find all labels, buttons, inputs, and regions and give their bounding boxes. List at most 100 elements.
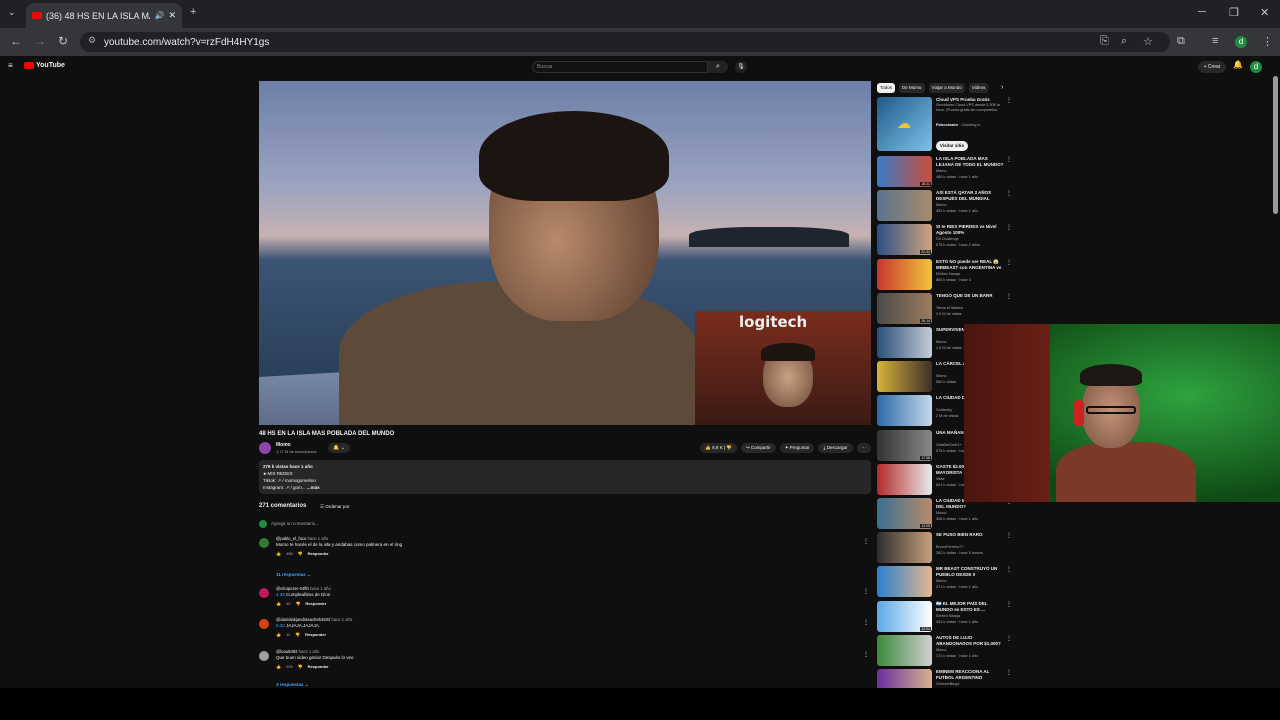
related-video-more-icon[interactable]: ⋮ bbox=[1006, 224, 1012, 231]
related-video-channel[interactable]: Momo bbox=[936, 203, 947, 207]
related-video-channel[interactable]: Vitae bbox=[936, 477, 945, 481]
more-actions-icon[interactable]: ⋯ bbox=[856, 443, 871, 453]
chip-de-momo[interactable]: De Momo bbox=[899, 83, 925, 93]
site-info-icon[interactable]: ⚙ bbox=[88, 35, 96, 46]
create-button[interactable]: + Crear bbox=[1198, 61, 1226, 73]
related-video-item[interactable]: 12:04 🇦🇷 EL MEJOR PAÍS DEL MUNDO es ESTO … bbox=[877, 600, 1012, 633]
related-video-channel[interactable]: Momo bbox=[936, 340, 947, 344]
reply-button[interactable]: Responder bbox=[308, 664, 329, 669]
comment-dislike-icon[interactable]: 👎 bbox=[298, 551, 303, 556]
comment-dislike-icon[interactable]: 👎 bbox=[295, 632, 300, 637]
related-video-channel[interactable]: Grimeediting1 bbox=[936, 682, 960, 686]
share-button[interactable]: ↪ Compartir bbox=[740, 443, 776, 453]
related-video-channel[interactable]: Elefteo Naraja bbox=[936, 272, 960, 276]
reload-icon[interactable]: ↻ bbox=[58, 34, 68, 48]
comment-dislike-icon[interactable]: 👎 bbox=[298, 664, 303, 669]
related-video-title[interactable]: LA ISLA POBLADA MAS LEJANA DE TODO EL MU… bbox=[936, 156, 1004, 168]
sort-by-button[interactable]: ☰ Ordenar por bbox=[320, 504, 350, 510]
new-tab-icon[interactable]: + bbox=[190, 6, 196, 18]
comment-author[interactable]: @daniolakjandrasacheb4832 bbox=[276, 617, 330, 622]
visit-site-button[interactable]: Visitar sitio bbox=[936, 141, 968, 151]
subscribed-bell-button[interactable]: 🔔 ⌄ bbox=[328, 443, 350, 453]
ad-thumbnail[interactable]: ☁ bbox=[877, 97, 932, 151]
channel-name[interactable]: Momo bbox=[276, 442, 291, 448]
add-comment-input[interactable]: Agrega un comentario... bbox=[271, 521, 319, 526]
video-thumbnail[interactable]: 22:32 bbox=[877, 224, 932, 256]
search-input[interactable]: Buscar bbox=[532, 61, 708, 73]
related-video-more-icon[interactable]: ⋮ bbox=[1006, 566, 1012, 573]
related-video-item[interactable]: 26:14 TENGO QUE DE UN BARR Yerba el Italia… bbox=[877, 292, 1012, 325]
related-video-title[interactable]: EMINEM REACCIONA AL FUTBOL ARGENTINO bbox=[936, 669, 1004, 681]
related-video-title[interactable]: ESTO NO puede ser REAL 😱 MRBEAST con ARG… bbox=[936, 259, 1004, 271]
reply-button[interactable]: Responder bbox=[305, 632, 326, 637]
video-thumbnail[interactable] bbox=[877, 395, 932, 427]
comment-like-icon[interactable]: 👍 bbox=[276, 664, 281, 669]
restore-icon[interactable]: ❐ bbox=[1229, 6, 1239, 19]
profile-avatar[interactable]: d bbox=[1235, 36, 1247, 48]
chrome-menu-icon[interactable]: ⋮ bbox=[1262, 35, 1273, 48]
comment-like-icon[interactable]: 👍 bbox=[276, 601, 281, 606]
extensions-icon[interactable]: ⧉ bbox=[1177, 35, 1185, 48]
sponsored-ad[interactable]: ☁ Cloud VPS Prueba Gratis Servidores Clo… bbox=[877, 97, 1012, 153]
back-icon[interactable]: ← bbox=[10, 34, 22, 48]
minimize-icon[interactable]: ─ bbox=[1198, 6, 1206, 18]
commenter-avatar[interactable] bbox=[259, 538, 269, 548]
comment-more-icon[interactable]: ⋮ bbox=[863, 619, 869, 626]
chip-viajar[interactable]: Viajar a Mundo bbox=[928, 83, 965, 93]
video-thumbnail[interactable] bbox=[877, 361, 932, 393]
related-video-channel[interactable]: Momo bbox=[936, 169, 947, 173]
related-video-channel[interactable]: Momo bbox=[936, 648, 947, 652]
commenter-avatar[interactable] bbox=[259, 588, 269, 598]
comment-timestamp-link[interactable]: 4:38 bbox=[276, 592, 285, 597]
related-video-title[interactable]: MR BEAST CONSTRUYÓ UN PUEBLO DESDE 0 bbox=[936, 566, 1004, 578]
related-video-channel[interactable]: Yerba el Italiano bbox=[936, 306, 963, 310]
tab-search-icon[interactable]: ⌄ bbox=[8, 7, 16, 18]
youtube-logo[interactable]: YouTube bbox=[24, 62, 65, 69]
related-video-more-icon[interactable]: ⋮ bbox=[1006, 532, 1012, 539]
comment-like-icon[interactable]: 👍 bbox=[276, 551, 281, 556]
scrollbar-thumb[interactable] bbox=[1273, 76, 1278, 214]
video-thumbnail[interactable]: 18:21 bbox=[877, 156, 932, 187]
comment-author[interactable]: @elcopezer-s4fth bbox=[276, 586, 309, 591]
video-thumbnail[interactable]: 26:14 bbox=[877, 292, 932, 324]
related-video-item[interactable]: 18:21 LA ISLA POBLADA MAS LEJANA DE TODO … bbox=[877, 156, 1012, 188]
address-bar[interactable]: ⚙ youtube.com/watch?v=rzFdH4HY1gs bbox=[80, 32, 1170, 52]
channel-avatar[interactable] bbox=[259, 442, 271, 454]
media-control-icon[interactable]: ≡ bbox=[1212, 35, 1218, 47]
related-video-channel[interactable]: Momo bbox=[936, 511, 947, 515]
video-thumbnail[interactable] bbox=[877, 463, 932, 495]
reply-button[interactable]: Responder bbox=[308, 551, 329, 556]
related-video-channel[interactable]: OrtaBetGnet1+ bbox=[936, 443, 962, 447]
ask-button[interactable]: ✦ Preguntar bbox=[779, 443, 815, 453]
tab-audio-icon[interactable]: 🔊 bbox=[154, 11, 164, 20]
commenter-avatar[interactable] bbox=[259, 651, 269, 661]
notifications-bell-icon[interactable]: 🔔 bbox=[1233, 60, 1243, 69]
related-video-item[interactable]: AUTOS DE LUJO ABANDONADOS POR $1.000? Mom… bbox=[877, 634, 1012, 667]
view-replies-button[interactable]: 11 respuestas ⌄ bbox=[276, 572, 311, 578]
video-thumbnail[interactable]: 17:38 bbox=[877, 429, 932, 461]
related-video-title[interactable]: AUTOS DE LUJO ABANDONADOS POR $1.000? bbox=[936, 635, 1004, 647]
install-app-icon[interactable]: ⎘ bbox=[1100, 35, 1109, 48]
comment-more-icon[interactable]: ⋮ bbox=[863, 588, 869, 595]
related-video-more-icon[interactable]: ⋮ bbox=[1006, 156, 1012, 163]
page-scrollbar[interactable] bbox=[1272, 64, 1280, 688]
commenter-avatar[interactable] bbox=[259, 619, 269, 629]
video-thumbnail[interactable] bbox=[877, 634, 932, 666]
related-video-channel[interactable]: Momo bbox=[936, 374, 947, 378]
browser-tab-active[interactable]: (36) 48 HS EN LA ISLA MAS 🔊 ✕ bbox=[26, 3, 182, 28]
chip-videos[interactable]: Videos bbox=[968, 83, 989, 93]
related-video-channel[interactable]: Elefteo Naraja bbox=[936, 614, 960, 618]
related-video-channel[interactable]: BrunoFerreira77 bbox=[936, 545, 964, 549]
related-video-item[interactable]: 22:32 SI te RIES PIERDES vs Nivel Agosto … bbox=[877, 224, 1012, 256]
video-thumbnail[interactable] bbox=[877, 566, 932, 598]
tab-close-icon[interactable]: ✕ bbox=[168, 10, 176, 21]
comment-author[interactable]: @pablo_el_fuco bbox=[276, 536, 306, 541]
video-thumbnail[interactable] bbox=[877, 190, 932, 222]
comment-author[interactable]: @loou8492 bbox=[276, 649, 297, 654]
related-video-more-icon[interactable]: ⋮ bbox=[1006, 293, 1012, 300]
forward-icon[interactable]: → bbox=[34, 34, 46, 48]
related-video-channel[interactable]: Momo bbox=[936, 579, 947, 583]
guide-menu-icon[interactable]: ≡ bbox=[8, 61, 13, 70]
related-video-item[interactable]: MR BEAST CONSTRUYÓ UN PUEBLO DESDE 0 Momo… bbox=[877, 566, 1012, 598]
related-video-channel[interactable]: Gil Challenge bbox=[936, 237, 959, 241]
